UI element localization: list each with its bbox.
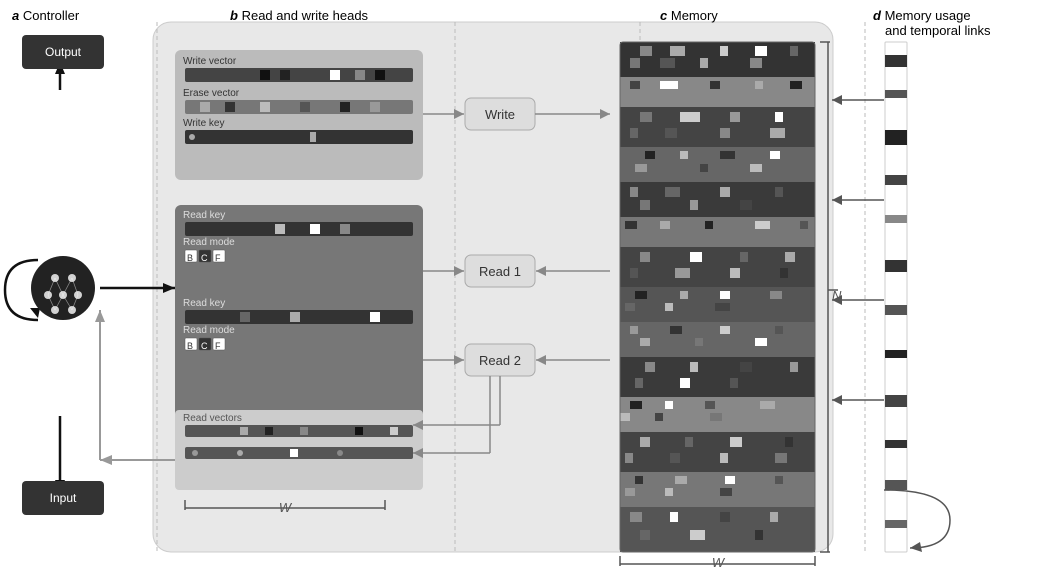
svg-text:Read 1: Read 1	[479, 264, 521, 279]
read1-mode-label: Read mode	[183, 237, 235, 248]
svg-text:B: B	[187, 253, 193, 263]
write-key-label: Write key	[183, 118, 225, 129]
svg-text:B: B	[187, 341, 193, 351]
arrows-svg: B C F B C F Write	[0, 0, 1044, 575]
svg-text:Read 2: Read 2	[479, 353, 521, 368]
erase-vector-label: Erase vector	[183, 88, 239, 99]
svg-text:F: F	[215, 341, 221, 351]
diagram-container: B C F B C F Write	[0, 0, 1044, 575]
input-box: Input	[22, 481, 104, 515]
svg-text:W: W	[712, 555, 726, 570]
svg-text:C: C	[201, 341, 208, 351]
svg-text:W: W	[279, 500, 293, 515]
read2-key-label: Read key	[183, 298, 225, 309]
svg-text:Write: Write	[485, 107, 515, 122]
read2-mode-label: Read mode	[183, 325, 235, 336]
read-vectors-label: Read vectors	[183, 413, 242, 424]
section-b-label: b Read and write heads	[230, 8, 368, 23]
section-d-label: d Memory usage and temporal links	[873, 8, 991, 38]
svg-text:C: C	[201, 253, 208, 263]
output-box: Output	[22, 35, 104, 69]
svg-text:F: F	[215, 253, 221, 263]
svg-text:N: N	[832, 288, 842, 303]
section-c-label: c Memory	[660, 8, 718, 23]
read1-key-label: Read key	[183, 210, 225, 221]
write-vector-label: Write vector	[183, 56, 236, 67]
section-a-label: a Controller	[12, 8, 79, 23]
